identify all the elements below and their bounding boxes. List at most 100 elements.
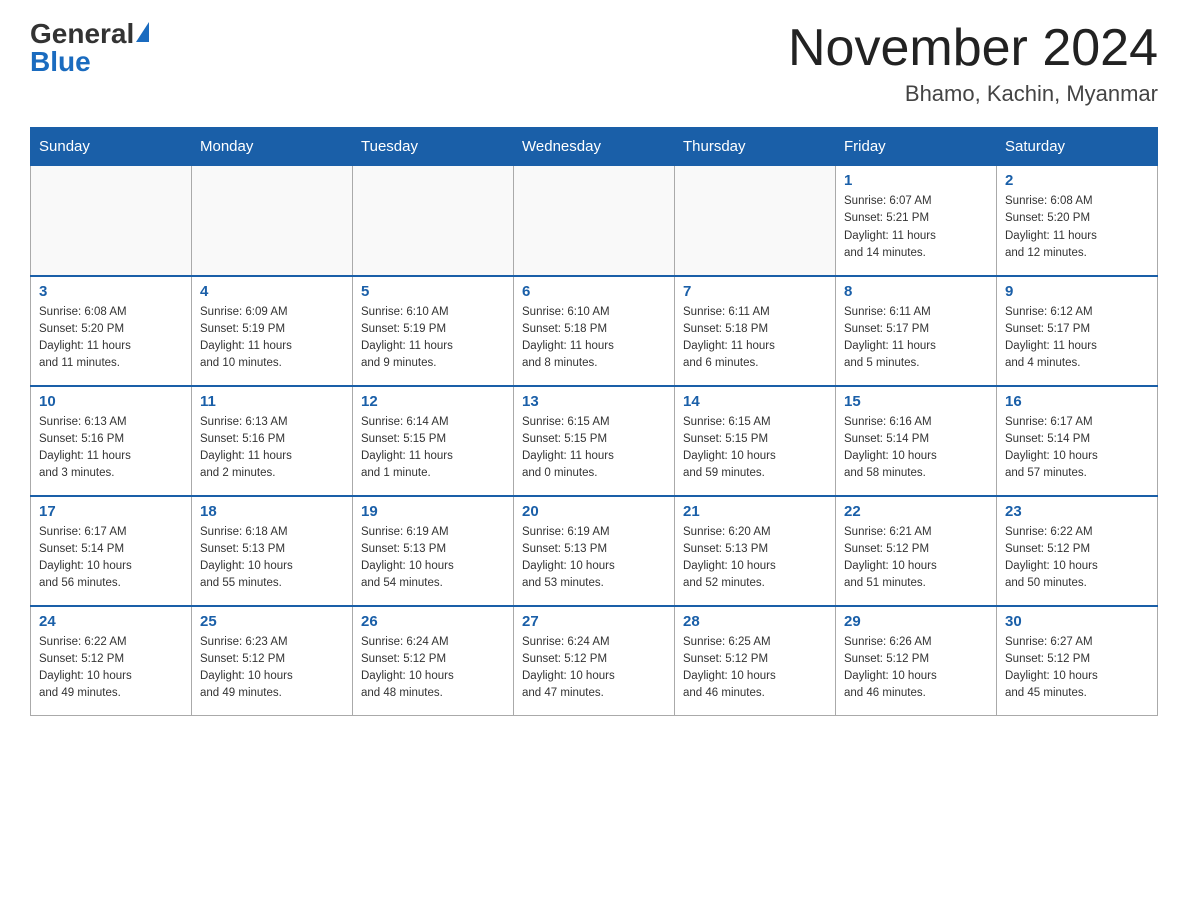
day-number: 20 (522, 503, 666, 520)
day-number: 26 (361, 613, 505, 630)
day-number: 8 (844, 283, 988, 300)
calendar-day-cell: 9Sunrise: 6:12 AM Sunset: 5:17 PM Daylig… (997, 276, 1158, 386)
day-info: Sunrise: 6:08 AM Sunset: 5:20 PM Dayligh… (39, 304, 183, 373)
day-number: 14 (683, 393, 827, 410)
calendar-day-cell: 16 Sunrise: 6:17 AM Sunset: 5:14 PM Dayli… (997, 386, 1158, 496)
day-info: Sunrise: 6:17 AM Sunset: 5:14 PM Dayligh… (1005, 414, 1149, 483)
calendar-day-cell: 6 Sunrise: 6:10 AM Sunset: 5:18 PM Daylig… (514, 276, 675, 386)
weekday-header-monday: Monday (192, 128, 353, 166)
calendar-day-cell: 3 Sunrise: 6:08 AM Sunset: 5:20 PM Daylig… (31, 276, 192, 386)
logo-general-text: General (30, 20, 134, 48)
day-number: 30 (1005, 613, 1149, 630)
calendar-table: SundayMondayTuesdayWednesdayThursdayFrid… (30, 127, 1158, 716)
calendar-day-cell: 19Sunrise: 6:19 AM Sunset: 5:13 PM Dayli… (353, 496, 514, 606)
day-info: Sunrise: 6:21 AM Sunset: 5:12 PM Dayligh… (844, 524, 988, 593)
day-number: 23 (1005, 503, 1149, 520)
calendar-day-cell: 26 Sunrise: 6:24 AM Sunset: 5:12 PM Dayli… (353, 606, 514, 716)
page-header: General Blue November 2024 Bhamo, Kachin… (30, 20, 1158, 107)
day-info: Sunrise: 6:19 AM Sunset: 5:13 PM Dayligh… (361, 524, 505, 593)
calendar-day-cell: 2 Sunrise: 6:08 AM Sunset: 5:20 PM Daylig… (997, 166, 1158, 276)
day-info: Sunrise: 6:14 AM Sunset: 5:15 PM Dayligh… (361, 414, 505, 483)
title-block: November 2024 Bhamo, Kachin, Myanmar (788, 20, 1158, 107)
day-info: Sunrise: 6:11 AM Sunset: 5:18 PM Dayligh… (683, 304, 827, 373)
day-info: Sunrise: 6:13 AM Sunset: 5:16 PM Dayligh… (39, 414, 183, 483)
day-info: Sunrise: 6:24 AM Sunset: 5:12 PM Dayligh… (361, 634, 505, 703)
day-number: 10 (39, 393, 183, 410)
calendar-day-cell: 7Sunrise: 6:11 AM Sunset: 5:18 PM Daylig… (675, 276, 836, 386)
day-number: 24 (39, 613, 183, 630)
day-info: Sunrise: 6:25 AM Sunset: 5:12 PM Dayligh… (683, 634, 827, 703)
calendar-day-cell: 11 Sunrise: 6:13 AM Sunset: 5:16 PM Dayli… (192, 386, 353, 496)
day-number: 22 (844, 503, 988, 520)
day-info: Sunrise: 6:09 AM Sunset: 5:19 PM Dayligh… (200, 304, 344, 373)
calendar-day-cell: 14 Sunrise: 6:15 AM Sunset: 5:15 PM Dayli… (675, 386, 836, 496)
calendar-day-cell: 17Sunrise: 6:17 AM Sunset: 5:14 PM Dayli… (31, 496, 192, 606)
weekday-header-wednesday: Wednesday (514, 128, 675, 166)
calendar-day-cell: 18 Sunrise: 6:18 AM Sunset: 5:13 PM Dayli… (192, 496, 353, 606)
day-info: Sunrise: 6:16 AM Sunset: 5:14 PM Dayligh… (844, 414, 988, 483)
day-info: Sunrise: 6:08 AM Sunset: 5:20 PM Dayligh… (1005, 193, 1149, 262)
weekday-header-row: SundayMondayTuesdayWednesdayThursdayFrid… (31, 128, 1158, 166)
weekday-header-tuesday: Tuesday (353, 128, 514, 166)
calendar-day-cell (31, 166, 192, 276)
day-info: Sunrise: 6:18 AM Sunset: 5:13 PM Dayligh… (200, 524, 344, 593)
day-info: Sunrise: 6:10 AM Sunset: 5:18 PM Dayligh… (522, 304, 666, 373)
logo-blue-text: Blue (30, 48, 91, 76)
day-info: Sunrise: 6:22 AM Sunset: 5:12 PM Dayligh… (39, 634, 183, 703)
day-number: 27 (522, 613, 666, 630)
calendar-week-row: 24 Sunrise: 6:22 AM Sunset: 5:12 PM Dayli… (31, 606, 1158, 716)
day-number: 6 (522, 283, 666, 300)
day-info: Sunrise: 6:26 AM Sunset: 5:12 PM Dayligh… (844, 634, 988, 703)
calendar-day-cell: 13Sunrise: 6:15 AM Sunset: 5:15 PM Dayli… (514, 386, 675, 496)
day-number: 12 (361, 393, 505, 410)
weekday-header-sunday: Sunday (31, 128, 192, 166)
day-number: 17 (39, 503, 183, 520)
weekday-header-thursday: Thursday (675, 128, 836, 166)
calendar-day-cell: 23 Sunrise: 6:22 AM Sunset: 5:12 PM Dayli… (997, 496, 1158, 606)
day-info: Sunrise: 6:22 AM Sunset: 5:12 PM Dayligh… (1005, 524, 1149, 593)
calendar-day-cell: 27 Sunrise: 6:24 AM Sunset: 5:12 PM Dayli… (514, 606, 675, 716)
calendar-day-cell: 15 Sunrise: 6:16 AM Sunset: 5:14 PM Dayli… (836, 386, 997, 496)
calendar-day-cell (514, 166, 675, 276)
calendar-day-cell: 28Sunrise: 6:25 AM Sunset: 5:12 PM Dayli… (675, 606, 836, 716)
day-number: 11 (200, 393, 344, 410)
calendar-day-cell: 4Sunrise: 6:09 AM Sunset: 5:19 PM Daylig… (192, 276, 353, 386)
logo: General Blue (30, 20, 149, 76)
day-number: 16 (1005, 393, 1149, 410)
day-info: Sunrise: 6:11 AM Sunset: 5:17 PM Dayligh… (844, 304, 988, 373)
day-info: Sunrise: 6:10 AM Sunset: 5:19 PM Dayligh… (361, 304, 505, 373)
calendar-day-cell: 1Sunrise: 6:07 AM Sunset: 5:21 PM Daylig… (836, 166, 997, 276)
calendar-day-cell: 5 Sunrise: 6:10 AM Sunset: 5:19 PM Daylig… (353, 276, 514, 386)
day-number: 2 (1005, 172, 1149, 189)
calendar-day-cell: 25Sunrise: 6:23 AM Sunset: 5:12 PM Dayli… (192, 606, 353, 716)
day-number: 18 (200, 503, 344, 520)
day-info: Sunrise: 6:23 AM Sunset: 5:12 PM Dayligh… (200, 634, 344, 703)
day-number: 15 (844, 393, 988, 410)
calendar-day-cell: 30 Sunrise: 6:27 AM Sunset: 5:12 PM Dayli… (997, 606, 1158, 716)
calendar-day-cell (353, 166, 514, 276)
calendar-day-cell: 12 Sunrise: 6:14 AM Sunset: 5:15 PM Dayli… (353, 386, 514, 496)
calendar-week-row: 1Sunrise: 6:07 AM Sunset: 5:21 PM Daylig… (31, 166, 1158, 276)
day-info: Sunrise: 6:07 AM Sunset: 5:21 PM Dayligh… (844, 193, 988, 262)
day-info: Sunrise: 6:15 AM Sunset: 5:15 PM Dayligh… (522, 414, 666, 483)
day-info: Sunrise: 6:24 AM Sunset: 5:12 PM Dayligh… (522, 634, 666, 703)
calendar-day-cell (192, 166, 353, 276)
calendar-day-cell: 24 Sunrise: 6:22 AM Sunset: 5:12 PM Dayli… (31, 606, 192, 716)
day-info: Sunrise: 6:27 AM Sunset: 5:12 PM Dayligh… (1005, 634, 1149, 703)
month-title: November 2024 (788, 20, 1158, 77)
calendar-day-cell (675, 166, 836, 276)
day-info: Sunrise: 6:19 AM Sunset: 5:13 PM Dayligh… (522, 524, 666, 593)
calendar-day-cell: 10 Sunrise: 6:13 AM Sunset: 5:16 PM Dayli… (31, 386, 192, 496)
day-number: 3 (39, 283, 183, 300)
weekday-header-friday: Friday (836, 128, 997, 166)
calendar-day-cell: 22 Sunrise: 6:21 AM Sunset: 5:12 PM Dayli… (836, 496, 997, 606)
day-number: 29 (844, 613, 988, 630)
calendar-day-cell: 21Sunrise: 6:20 AM Sunset: 5:13 PM Dayli… (675, 496, 836, 606)
day-info: Sunrise: 6:13 AM Sunset: 5:16 PM Dayligh… (200, 414, 344, 483)
day-info: Sunrise: 6:20 AM Sunset: 5:13 PM Dayligh… (683, 524, 827, 593)
location-title: Bhamo, Kachin, Myanmar (788, 81, 1158, 107)
day-info: Sunrise: 6:12 AM Sunset: 5:17 PM Dayligh… (1005, 304, 1149, 373)
calendar-week-row: 17Sunrise: 6:17 AM Sunset: 5:14 PM Dayli… (31, 496, 1158, 606)
day-info: Sunrise: 6:15 AM Sunset: 5:15 PM Dayligh… (683, 414, 827, 483)
day-number: 5 (361, 283, 505, 300)
